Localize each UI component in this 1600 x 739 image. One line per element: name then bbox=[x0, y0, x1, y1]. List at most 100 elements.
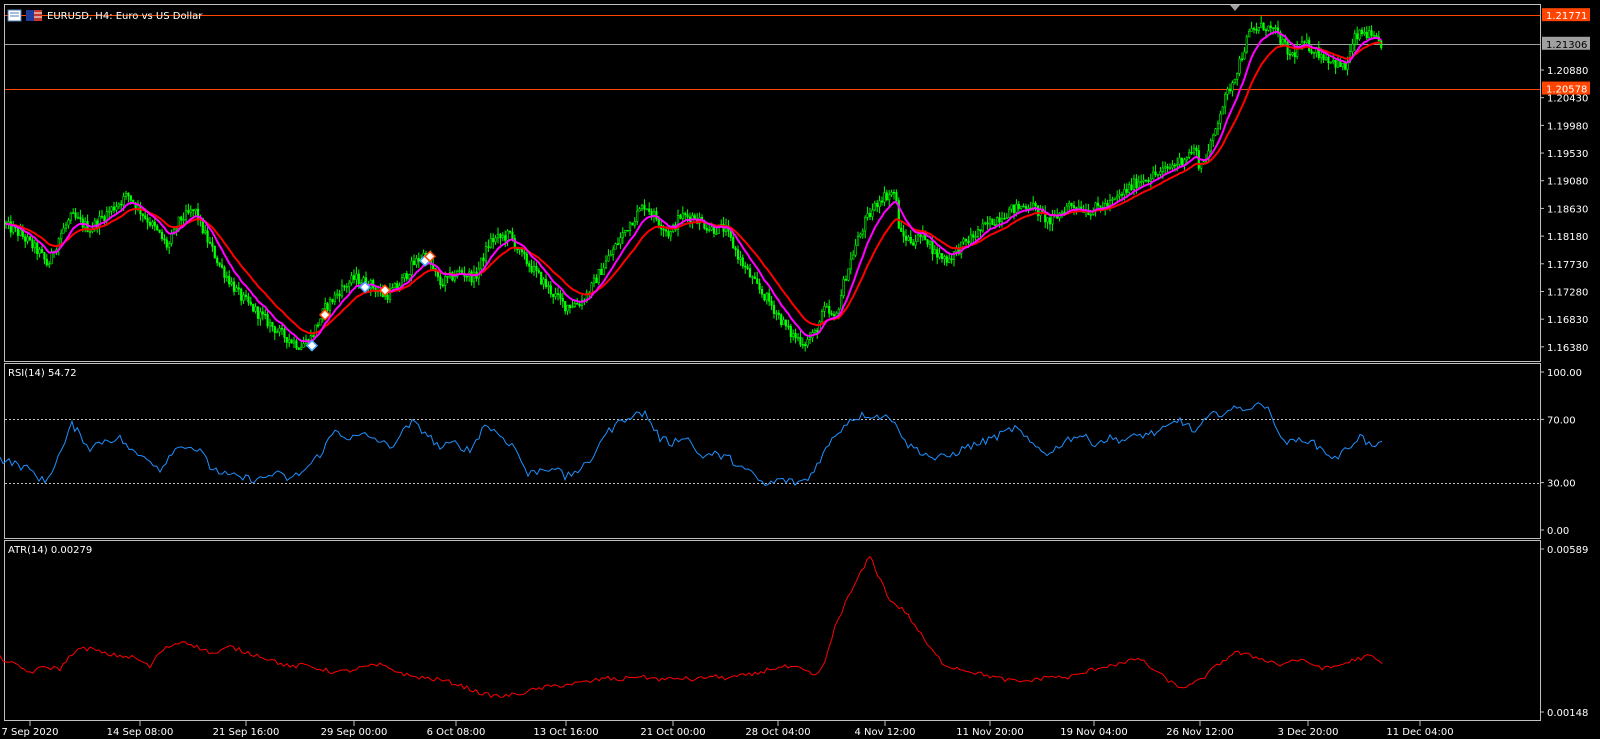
candle-body bbox=[1245, 36, 1248, 53]
candle-body bbox=[220, 264, 224, 268]
candle bbox=[528, 260, 531, 273]
candle-body bbox=[355, 273, 358, 280]
candle bbox=[256, 306, 260, 326]
candle-body bbox=[297, 347, 300, 350]
candle-body bbox=[1288, 53, 1292, 56]
us-flag-icon bbox=[34, 10, 42, 21]
candle-body bbox=[1353, 33, 1356, 45]
candle bbox=[338, 289, 341, 303]
candle-body bbox=[816, 330, 819, 333]
candle-body bbox=[1154, 171, 1157, 175]
candle-body bbox=[218, 262, 221, 266]
candle bbox=[412, 254, 416, 266]
candle bbox=[566, 304, 569, 316]
chart-shift-marker[interactable] bbox=[1230, 5, 1240, 11]
candle-body bbox=[216, 257, 219, 264]
candle-body bbox=[436, 271, 440, 278]
candle bbox=[223, 265, 226, 284]
candle bbox=[729, 230, 732, 242]
candle bbox=[67, 217, 70, 229]
candle bbox=[333, 291, 336, 306]
candle bbox=[285, 337, 288, 349]
candle-body bbox=[782, 319, 785, 326]
candle bbox=[336, 289, 339, 299]
candle bbox=[756, 271, 759, 285]
candle bbox=[864, 215, 867, 239]
price-tick-label: 1.16830 bbox=[1547, 315, 1588, 326]
candle bbox=[744, 261, 747, 274]
candle bbox=[391, 283, 394, 290]
candle-body bbox=[837, 308, 840, 314]
candle bbox=[914, 234, 917, 249]
candle bbox=[976, 225, 980, 239]
candle bbox=[218, 262, 221, 268]
candle bbox=[621, 227, 624, 245]
candle bbox=[1281, 36, 1284, 45]
candle bbox=[741, 254, 744, 269]
candle bbox=[537, 267, 540, 274]
candle bbox=[244, 289, 248, 301]
candle-body bbox=[357, 273, 360, 284]
atr-panel-frame bbox=[4, 540, 1541, 721]
chart-canvas[interactable]: 1.208801.204301.199801.195301.190801.186… bbox=[0, 0, 1600, 739]
trade-marker-sell[interactable] bbox=[378, 284, 392, 297]
candle bbox=[225, 271, 228, 282]
candle-body bbox=[278, 327, 281, 333]
candle-body bbox=[1320, 54, 1323, 58]
candle-body bbox=[230, 281, 233, 285]
candle bbox=[645, 208, 648, 211]
candle-body bbox=[290, 339, 293, 344]
candle bbox=[1070, 202, 1073, 209]
candle-body bbox=[523, 251, 526, 255]
candle-body bbox=[194, 208, 197, 212]
atr-tick-label: 0.00148 bbox=[1547, 708, 1588, 719]
candle bbox=[969, 227, 972, 245]
candle-body bbox=[1166, 166, 1169, 169]
candle-body bbox=[1221, 106, 1224, 115]
candle bbox=[1236, 72, 1239, 86]
candle bbox=[604, 255, 608, 270]
candle-body bbox=[945, 256, 948, 263]
candle-body bbox=[878, 200, 881, 208]
candle bbox=[552, 293, 555, 304]
price-tick-label: 1.19080 bbox=[1547, 177, 1588, 188]
candle bbox=[26, 233, 29, 245]
candle bbox=[624, 229, 627, 237]
candle bbox=[300, 341, 303, 351]
candle-body bbox=[38, 249, 41, 254]
candle bbox=[614, 242, 617, 250]
candle bbox=[242, 291, 245, 304]
candle-body bbox=[892, 192, 896, 194]
candle-body bbox=[804, 344, 807, 346]
candle-body bbox=[578, 303, 581, 306]
candle-body bbox=[847, 268, 850, 281]
candle-body bbox=[739, 257, 742, 260]
candle-body bbox=[1137, 181, 1140, 189]
candle-body bbox=[405, 273, 408, 280]
candle bbox=[1027, 204, 1030, 214]
candle-body bbox=[866, 213, 869, 218]
candle-body bbox=[1370, 30, 1373, 36]
candle bbox=[904, 229, 908, 247]
candle bbox=[228, 270, 231, 288]
candle-body bbox=[103, 216, 106, 222]
candle-body bbox=[249, 301, 252, 305]
candle bbox=[340, 279, 344, 299]
candle bbox=[1159, 166, 1162, 177]
candle bbox=[902, 224, 905, 243]
candle bbox=[110, 205, 113, 216]
candle-body bbox=[256, 306, 260, 319]
candle bbox=[220, 258, 224, 269]
candle-body bbox=[72, 212, 75, 215]
candle bbox=[1168, 163, 1172, 171]
chart-window[interactable]: 1.20880 1.20430 1.19980 1.19530 1.19080 1.186… bbox=[0, 0, 1600, 739]
candle bbox=[1351, 38, 1354, 56]
candle-body bbox=[410, 260, 413, 276]
candle-body bbox=[1116, 195, 1119, 199]
candle bbox=[1257, 26, 1260, 34]
candle bbox=[489, 233, 492, 249]
candle-body bbox=[108, 210, 111, 213]
candle-body bbox=[919, 234, 922, 238]
candle bbox=[1178, 152, 1181, 167]
candle-body bbox=[127, 192, 130, 196]
